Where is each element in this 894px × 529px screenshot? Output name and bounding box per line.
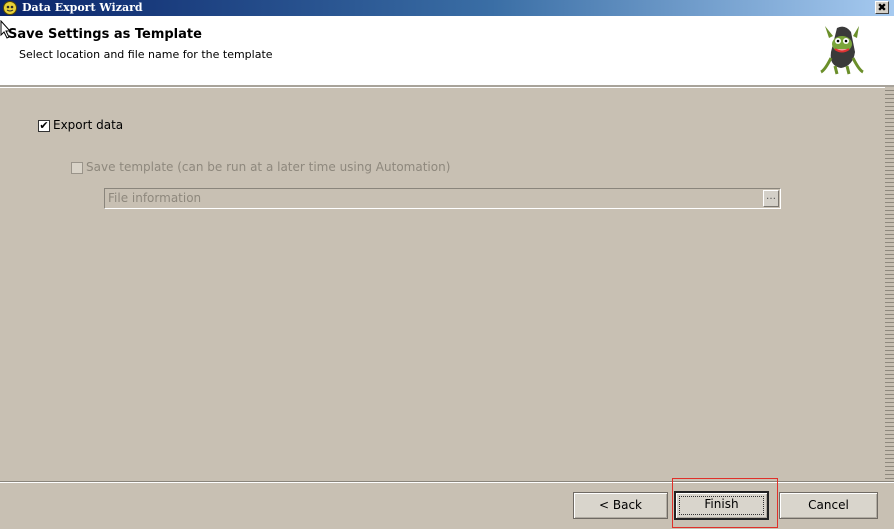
back-button[interactable]: < Back (573, 492, 668, 519)
frog-mascot-image (815, 22, 869, 76)
export-data-checkbox[interactable]: ✔ (38, 120, 50, 132)
ellipsis-icon: … (766, 191, 776, 202)
annotation-highlight (672, 478, 778, 528)
window-title: Data Export Wizard (22, 1, 143, 14)
close-icon: ✖ (877, 1, 887, 14)
cancel-button[interactable]: Cancel (779, 492, 878, 519)
browse-button[interactable]: … (763, 190, 779, 207)
page-subtitle: Select location and file name for the te… (19, 48, 273, 61)
header-divider (0, 85, 894, 88)
mouse-cursor-icon (0, 20, 12, 39)
save-template-checkbox[interactable] (71, 162, 83, 174)
window-edge (885, 87, 894, 482)
export-data-label[interactable]: Export data (53, 118, 123, 132)
file-information-field[interactable]: File information … (104, 188, 781, 209)
checkmark-icon: ✔ (39, 119, 49, 132)
page-title: Save Settings as Template (8, 27, 202, 42)
frog-app-icon (3, 1, 17, 15)
save-template-label[interactable]: Save template (can be run at a later tim… (86, 160, 450, 174)
close-button[interactable]: ✖ (875, 1, 889, 14)
title-bar[interactable]: Data Export Wizard ✖ (0, 0, 894, 16)
file-information-placeholder: File information (108, 191, 202, 205)
